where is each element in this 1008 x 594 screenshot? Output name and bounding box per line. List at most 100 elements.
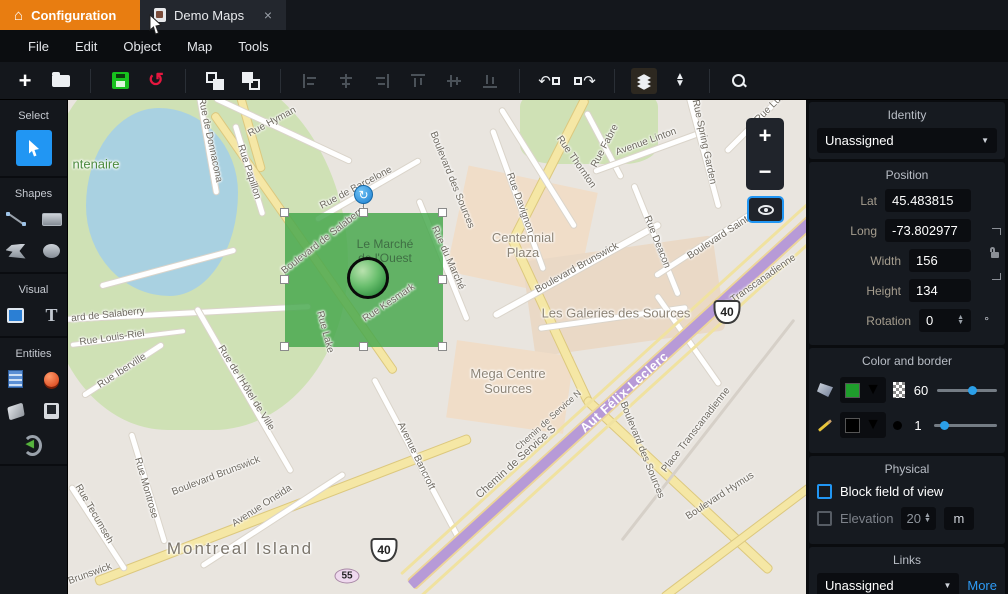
arrange-order-icon: ▲▼	[675, 74, 685, 86]
tool-sidebar: Select Shapes Visual T Entities	[0, 100, 68, 594]
elevation-checkbox[interactable]	[817, 511, 832, 526]
map-canvas[interactable]: ↻ + − Rue HymanRue de DonnaconaRue Papil…	[68, 100, 806, 594]
selection-handle[interactable]	[359, 342, 368, 351]
section-shapes: Shapes	[0, 178, 67, 274]
rotation-handle[interactable]: ↻	[354, 185, 373, 204]
selection-handle[interactable]	[280, 275, 289, 284]
links-value: Unassigned	[825, 578, 894, 593]
chevron-down-icon: ▼	[981, 136, 989, 145]
polygon-tool-button[interactable]	[5, 240, 27, 262]
selection-handle[interactable]	[438, 208, 447, 217]
toolbar-separator	[90, 69, 91, 93]
align-center-button[interactable]	[333, 68, 359, 94]
align-middle-button[interactable]	[441, 68, 467, 94]
identity-dropdown[interactable]: Unassigned ▼	[817, 128, 997, 153]
new-button[interactable]: +	[12, 68, 38, 94]
monitor-entity-button[interactable]	[41, 400, 63, 422]
image-tool-button[interactable]	[5, 304, 27, 326]
sphere-entity[interactable]	[347, 257, 389, 299]
undo-button[interactable]: ↺	[143, 68, 169, 94]
ellipse-tool-button[interactable]	[41, 240, 63, 262]
selection-handle[interactable]	[280, 208, 289, 217]
selection-handle[interactable]	[438, 275, 447, 284]
selection-handle[interactable]	[438, 342, 447, 351]
fill-bucket-icon	[817, 383, 833, 397]
fill-opacity-slider[interactable]	[937, 389, 997, 392]
tab-configuration-label: Configuration	[31, 8, 116, 23]
bring-forward-button[interactable]	[202, 68, 228, 94]
lat-field[interactable]: 45.483815	[885, 189, 971, 212]
bring-forward-icon	[206, 72, 224, 90]
tab-configuration[interactable]: ⌂ Configuration	[0, 0, 140, 30]
align-right-button[interactable]	[369, 68, 395, 94]
identity-title: Identity	[817, 108, 997, 122]
rectangle-tool-button[interactable]	[41, 208, 63, 230]
door-entry-icon: ◀	[26, 435, 42, 451]
border-color-dropdown[interactable]: ▼	[840, 412, 886, 438]
reader-entity-button[interactable]	[5, 400, 27, 422]
menu-file[interactable]: File	[28, 39, 49, 54]
links-dropdown[interactable]: Unassigned ▼	[817, 573, 959, 594]
selection-handle[interactable]	[280, 342, 289, 351]
close-tab-icon[interactable]: ×	[264, 7, 272, 23]
rotation-stepper[interactable]: ▲▼	[957, 316, 964, 324]
toolbar-separator	[185, 69, 186, 93]
send-backward-button[interactable]	[238, 68, 264, 94]
long-field[interactable]: -73.802977	[885, 219, 971, 242]
fill-color-dropdown[interactable]: ▼	[840, 377, 886, 403]
visibility-button[interactable]	[747, 196, 784, 223]
select-tool-button[interactable]	[16, 130, 52, 166]
search-button[interactable]	[726, 68, 752, 94]
zoom-in-button[interactable]: +	[746, 118, 784, 154]
route-badge: 40	[714, 300, 741, 324]
door-entity-button[interactable]: ◀	[23, 432, 45, 454]
layers-button[interactable]	[631, 68, 657, 94]
building-icon	[8, 370, 23, 388]
align-bottom-button[interactable]	[477, 68, 503, 94]
slider-knob[interactable]	[940, 421, 949, 430]
menu-object[interactable]: Object	[123, 39, 161, 54]
chevron-down-icon: ▼	[865, 381, 881, 399]
aspect-lock[interactable]	[987, 228, 1001, 280]
home-icon: ⌂	[14, 8, 23, 23]
rotate-left-button[interactable]: ↶	[536, 68, 562, 94]
menu-edit[interactable]: Edit	[75, 39, 97, 54]
align-top-button[interactable]	[405, 68, 431, 94]
menu-tools[interactable]: Tools	[238, 39, 268, 54]
open-folder-icon	[52, 75, 70, 87]
align-left-button[interactable]	[297, 68, 323, 94]
align-center-icon	[338, 73, 354, 89]
chevron-down-icon: ▼	[943, 581, 951, 590]
selection-handle[interactable]	[359, 208, 368, 217]
position-title: Position	[817, 168, 997, 182]
links-section: Links Unassigned ▼ More	[809, 547, 1005, 594]
align-middle-icon	[446, 73, 462, 89]
menu-map[interactable]: Map	[187, 39, 212, 54]
elevation-field[interactable]: 20 ▲▼	[901, 507, 935, 530]
text-tool-button[interactable]: T	[41, 304, 63, 326]
width-label: Width	[870, 254, 901, 268]
alarm-entity-button[interactable]	[41, 368, 63, 390]
rotation-field[interactable]: 0 ▲▼	[919, 309, 971, 332]
block-fov-checkbox[interactable]	[817, 484, 832, 499]
section-shapes-title: Shapes	[0, 188, 67, 200]
building-entity-button[interactable]	[5, 368, 27, 390]
align-bottom-icon	[482, 73, 498, 89]
border-width-slider[interactable]	[934, 424, 997, 427]
save-button[interactable]	[107, 68, 133, 94]
zoom-control: + −	[746, 118, 784, 190]
width-field[interactable]: 156	[909, 249, 971, 272]
alarm-bell-icon	[44, 372, 59, 387]
open-button[interactable]	[48, 68, 74, 94]
elevation-stepper[interactable]: ▲▼	[924, 514, 931, 522]
map-label: Boulevard des Sources	[618, 400, 667, 500]
line-tool-button[interactable]	[5, 208, 27, 230]
layers-icon	[635, 73, 653, 89]
arrange-order-button[interactable]: ▲▼	[667, 68, 693, 94]
fill-color-swatch	[845, 383, 860, 398]
zoom-out-button[interactable]: −	[746, 154, 784, 190]
rotate-right-button[interactable]: ↷	[572, 68, 598, 94]
slider-knob[interactable]	[968, 386, 977, 395]
height-field[interactable]: 134	[909, 279, 971, 302]
links-more-link[interactable]: More	[967, 578, 997, 593]
